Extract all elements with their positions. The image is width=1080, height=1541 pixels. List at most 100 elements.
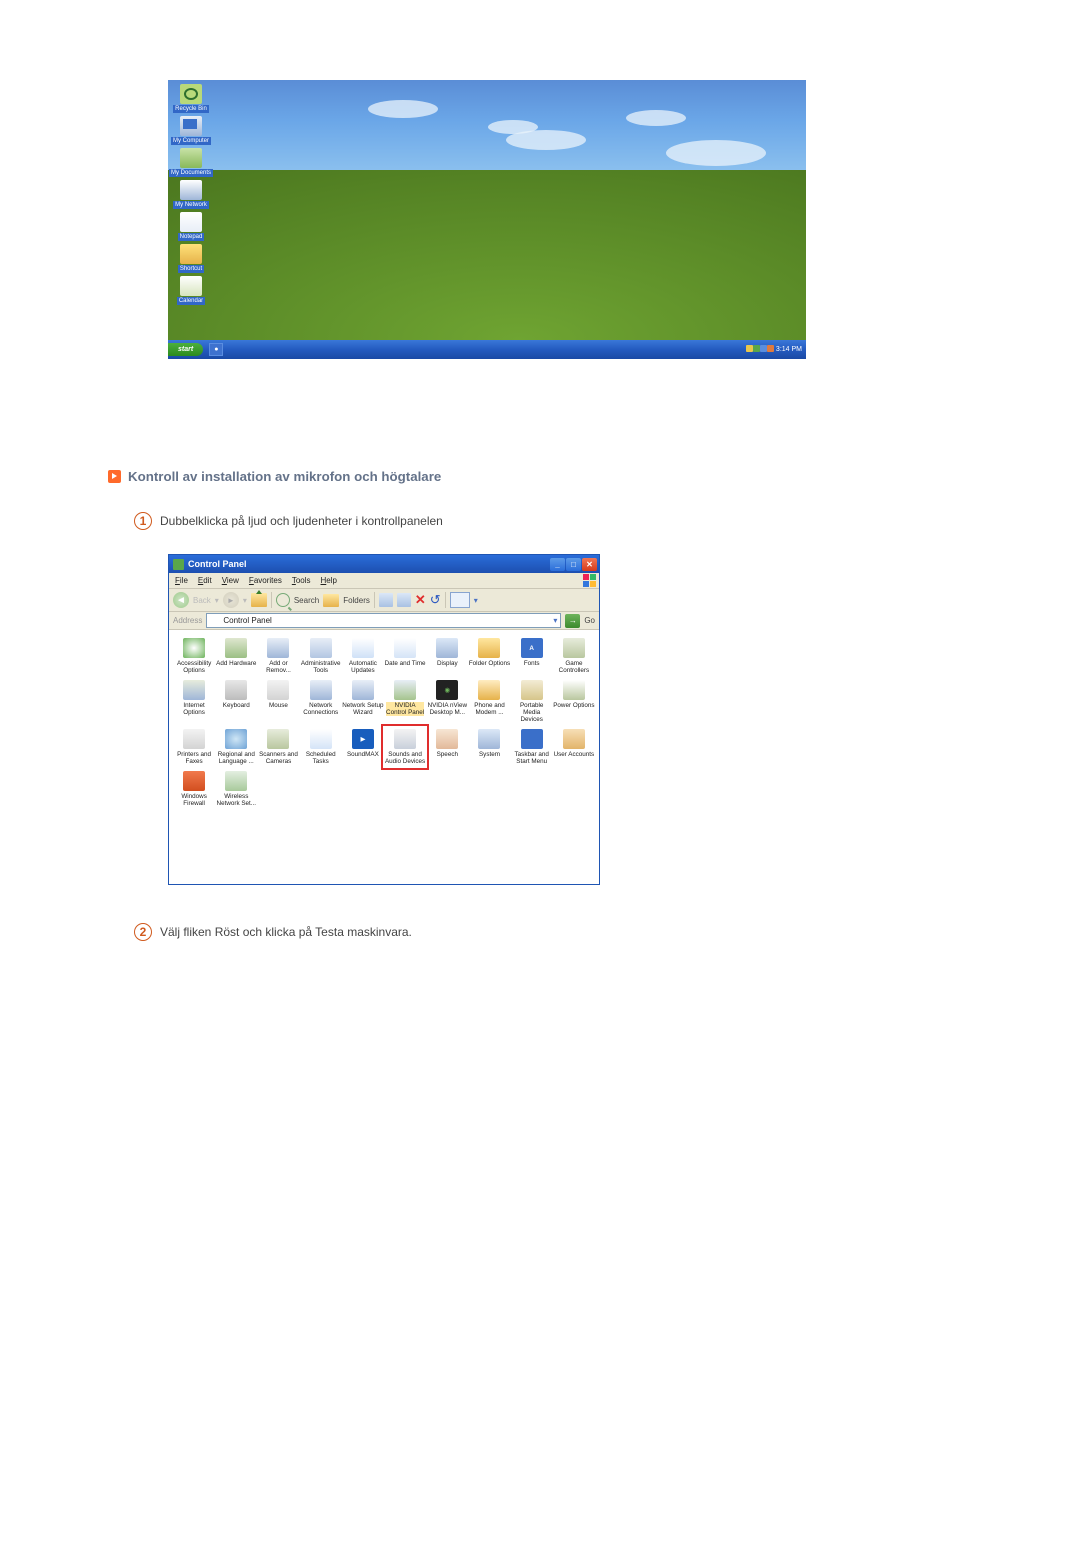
desktop-icons: Recycle Bin My Computer My Documents My … <box>172 84 210 305</box>
desktop-icon[interactable]: Calendar <box>172 276 210 305</box>
cp-item[interactable]: Date and Time <box>384 636 426 676</box>
menu-item-file[interactable]: File <box>175 576 188 585</box>
minimize-button[interactable]: _ <box>550 558 565 571</box>
cp-item[interactable]: Network SetupWizard <box>342 678 384 725</box>
desktop-icon-label: Notepad <box>178 233 205 241</box>
address-dropdown-icon[interactable]: ▾ <box>553 616 557 625</box>
cp-item[interactable]: ◉ NVIDIA nViewDesktop M... <box>426 678 468 725</box>
address-field[interactable]: Control Panel ▾ <box>206 613 561 628</box>
cp-item[interactable]: NetworkConnections <box>300 678 342 725</box>
search-label: Search <box>294 596 319 605</box>
desktop-icon-label: My Documents <box>169 169 213 177</box>
cp-item[interactable]: Mouse <box>257 678 299 725</box>
cp-item-label: Keyboard <box>223 702 250 709</box>
cp-item[interactable]: ScheduledTasks <box>300 727 342 767</box>
cp-item-label: Portable MediaDevices <box>511 702 553 723</box>
cp-item-label: Scanners andCameras <box>259 751 298 765</box>
forward-button[interactable]: ► <box>223 592 239 608</box>
cp-item[interactable]: Regional andLanguage ... <box>215 727 257 767</box>
toolbar: ◄ Back ▾ ► ▾ Search Folders ✕ ↺ ▾ <box>169 589 599 612</box>
folders-label: Folders <box>343 596 370 605</box>
taskbar-task[interactable]: ● <box>209 343 223 356</box>
cp-item[interactable]: Speech <box>426 727 468 767</box>
cp-item[interactable]: InternetOptions <box>173 678 215 725</box>
window-title: Control Panel <box>188 559 247 569</box>
cp-item[interactable]: System <box>468 727 510 767</box>
cp-item[interactable]: AccessibilityOptions <box>173 636 215 676</box>
move-to-button[interactable] <box>379 593 393 607</box>
control-panel-icon <box>210 616 220 626</box>
delete-button[interactable]: ✕ <box>415 593 426 607</box>
menu-item-view[interactable]: View <box>222 576 239 585</box>
cp-item[interactable]: Taskbar andStart Menu <box>511 727 553 767</box>
cp-item[interactable]: User Accounts <box>553 727 595 767</box>
desktop-icon[interactable]: Shortcut <box>172 244 210 273</box>
cp-item-icon: A <box>521 638 543 658</box>
cp-item-icon <box>563 638 585 658</box>
desktop-icon-glyph <box>180 244 202 264</box>
cp-item[interactable]: Phone andModem ... <box>468 678 510 725</box>
cp-item[interactable]: AdministrativeTools <box>300 636 342 676</box>
desktop-icon[interactable]: Notepad <box>172 212 210 241</box>
cp-item-icon <box>436 729 458 749</box>
cp-item[interactable]: Sounds andAudio Devices <box>384 727 426 767</box>
menu-item-help[interactable]: Help <box>321 576 337 585</box>
maximize-button[interactable]: □ <box>566 558 581 571</box>
control-panel-icon <box>173 559 184 570</box>
copy-to-button[interactable] <box>397 593 411 607</box>
cloud <box>368 100 438 118</box>
go-button[interactable]: → <box>565 614 580 628</box>
desktop-icon[interactable]: My Documents <box>172 148 210 177</box>
system-tray: 3:14 PM <box>746 345 806 354</box>
section-heading-text: Kontroll av installation av mikrofon och… <box>128 469 441 484</box>
folders-icon[interactable] <box>323 594 339 607</box>
cp-item[interactable]: Portable MediaDevices <box>511 678 553 725</box>
cp-item-icon <box>267 729 289 749</box>
menu-item-tools[interactable]: Tools <box>292 576 311 585</box>
cp-item-icon <box>394 729 416 749</box>
desktop-icon[interactable]: My Computer <box>172 116 210 145</box>
cp-item[interactable]: Folder Options <box>468 636 510 676</box>
back-button[interactable]: ◄ <box>173 592 189 608</box>
search-icon[interactable] <box>276 593 290 607</box>
cp-item[interactable]: Add orRemov... <box>257 636 299 676</box>
close-button[interactable]: ✕ <box>582 558 597 571</box>
cp-item-label: Power Options <box>553 702 594 709</box>
cp-item[interactable]: WirelessNetwork Set... <box>215 769 257 809</box>
cp-item-label: WirelessNetwork Set... <box>217 793 257 807</box>
cp-item-icon <box>225 771 247 791</box>
views-button[interactable] <box>450 592 470 608</box>
cp-item-label: NetworkConnections <box>303 702 338 716</box>
cp-item[interactable]: A Fonts <box>511 636 553 676</box>
menu-item-edit[interactable]: Edit <box>198 576 212 585</box>
cloud <box>666 140 766 166</box>
cp-item[interactable]: WindowsFirewall <box>173 769 215 809</box>
up-folder-button[interactable] <box>251 593 267 607</box>
cp-item[interactable]: Power Options <box>553 678 595 725</box>
cp-item-icon <box>478 638 500 658</box>
cp-item[interactable]: GameControllers <box>553 636 595 676</box>
address-label: Address <box>173 616 202 625</box>
arrow-icon <box>108 470 121 483</box>
cp-item-label: Taskbar andStart Menu <box>515 751 549 765</box>
menu-item-favorites[interactable]: Favorites <box>249 576 282 585</box>
step-2: 2 Välj fliken Röst och klicka på Testa m… <box>134 923 970 941</box>
cp-item[interactable]: Scanners andCameras <box>257 727 299 767</box>
cp-item[interactable]: Add Hardware <box>215 636 257 676</box>
cp-item-icon <box>225 638 247 658</box>
cp-item[interactable]: Printers andFaxes <box>173 727 215 767</box>
desktop-icon[interactable]: My Network <box>172 180 210 209</box>
cp-item[interactable]: Keyboard <box>215 678 257 725</box>
cp-item[interactable]: NVIDIAControl Panel <box>384 678 426 725</box>
desktop-icon[interactable]: Recycle Bin <box>172 84 210 113</box>
address-bar: Address Control Panel ▾ → Go <box>169 612 599 630</box>
cp-item-label: Printers andFaxes <box>177 751 211 765</box>
cp-item[interactable]: ▶ SoundMAX <box>342 727 384 767</box>
undo-button[interactable]: ↺ <box>430 593 441 607</box>
cp-item[interactable]: AutomaticUpdates <box>342 636 384 676</box>
cloud <box>626 110 686 126</box>
cp-item[interactable]: Display <box>426 636 468 676</box>
step-number: 1 <box>134 512 152 530</box>
start-button[interactable]: start <box>168 343 203 356</box>
desktop-icon-glyph <box>180 84 202 104</box>
